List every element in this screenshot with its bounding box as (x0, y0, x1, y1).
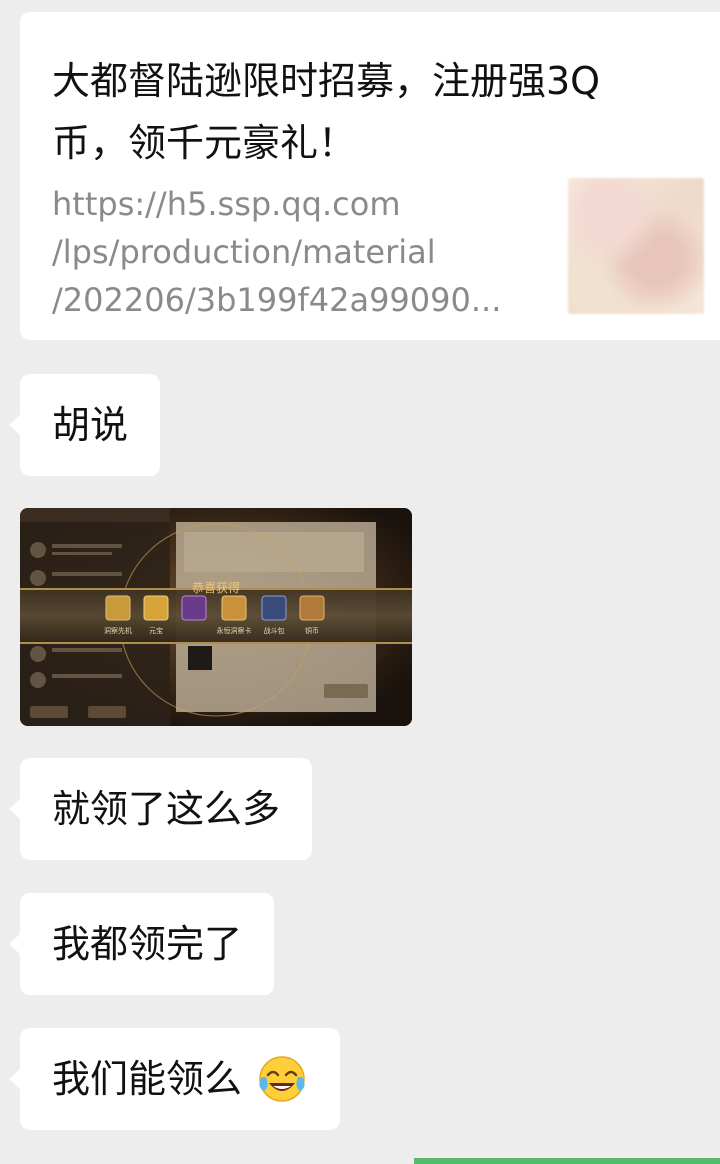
message-bubble[interactable]: 我们能领么 (8, 1028, 341, 1130)
reward-label: 铜币 (305, 626, 319, 635)
game-screenshot: 洞察先机 元宝 永恒洞察卡 战斗包 铜币 恭喜获得 (20, 508, 412, 726)
tears-of-joy-emoji (259, 1055, 305, 1102)
reward-label: 元宝 (149, 626, 163, 635)
link-title-line2: 币，领千元豪礼！ (52, 121, 357, 165)
link-url-line2: /lps/production/material (52, 233, 436, 271)
reward-label: 战斗包 (264, 626, 285, 635)
message-bubble[interactable]: 就领了这么多 (8, 758, 313, 860)
link-url: https://h5.ssp.qq.com /lps/production/ma… (52, 180, 542, 324)
link-thumbnail (568, 178, 704, 314)
link-title-line1: 大都督陆逊限时招募，注册强3Q (52, 59, 601, 103)
reward-label: 洞察先机 (104, 626, 132, 635)
link-title: 大都督陆逊限时招募，注册强3Q 币，领千元豪礼！ (52, 50, 702, 174)
image-message[interactable]: 洞察先机 元宝 永恒洞察卡 战斗包 铜币 恭喜获得 (20, 508, 412, 726)
link-url-line1: https://h5.ssp.qq.com (52, 185, 401, 223)
bottom-indicator (414, 1158, 720, 1164)
message-text: 胡说 (52, 403, 129, 447)
reward-label: 永恒洞察卡 (217, 626, 252, 635)
reward-banner-title: 恭喜获得 (192, 580, 240, 595)
message-text: 我都领完了 (52, 922, 243, 966)
message-bubble[interactable]: 胡说 (8, 374, 161, 476)
message-text: 就领了这么多 (52, 787, 281, 831)
link-url-line3: /202206/3b199f42a99090... (52, 281, 502, 319)
link-card[interactable]: 大都督陆逊限时招募，注册强3Q 币，领千元豪礼！ https://h5.ssp.… (20, 12, 720, 340)
message-text: 我们能领么 (52, 1057, 243, 1101)
message-bubble[interactable]: 我都领完了 (8, 893, 275, 995)
